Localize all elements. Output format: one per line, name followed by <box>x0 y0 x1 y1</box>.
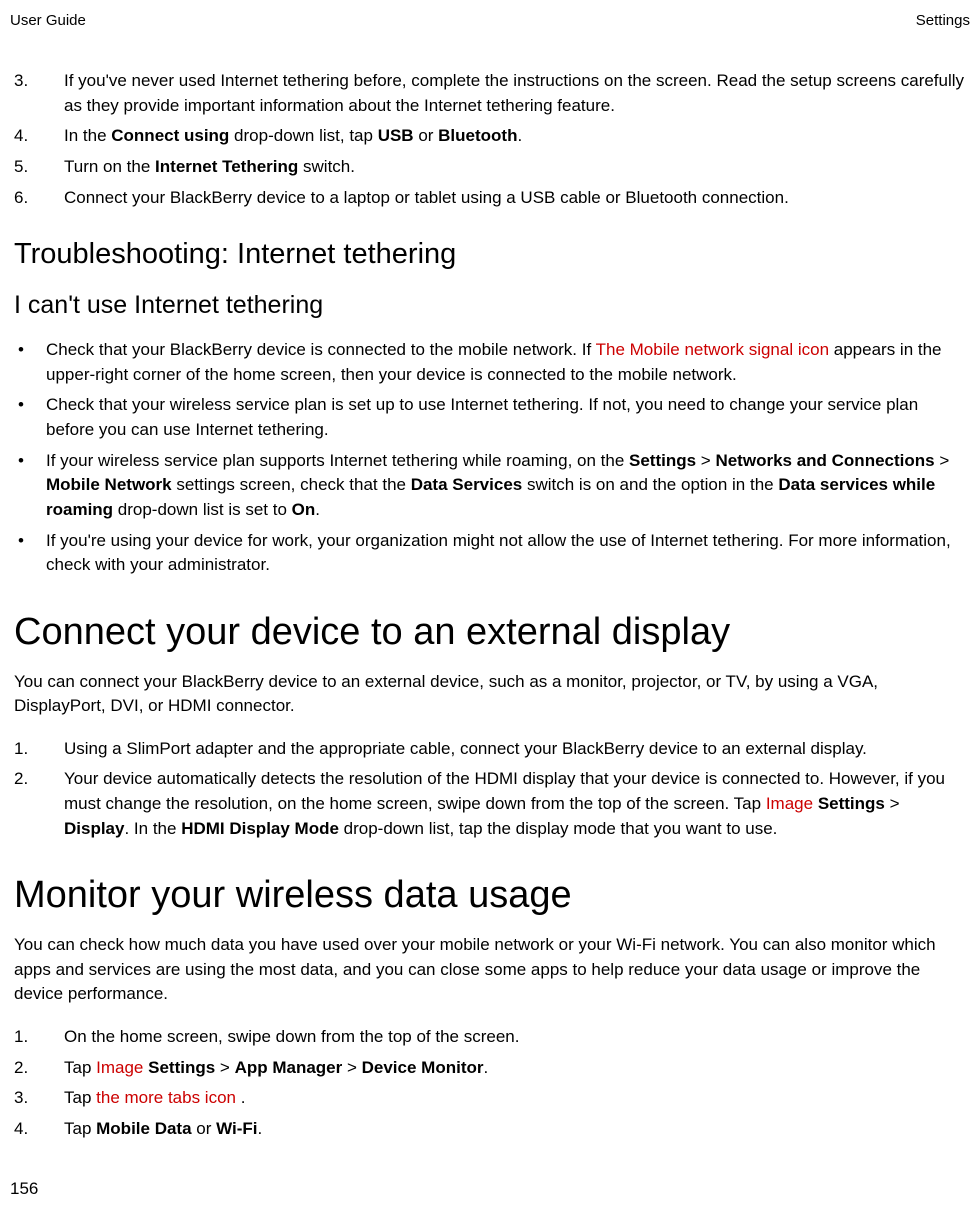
page-number: 156 <box>10 1179 38 1199</box>
bullet-icon: • <box>14 529 46 578</box>
step-text: Using a SlimPort adapter and the appropr… <box>64 737 966 762</box>
step-text: Tap Mobile Data or Wi-Fi. <box>64 1117 966 1142</box>
step-text: On the home screen, swipe down from the … <box>64 1025 966 1050</box>
list-item: • If you're using your device for work, … <box>14 529 966 578</box>
step-number: 3. <box>14 69 64 118</box>
step-number: 1. <box>14 1025 64 1050</box>
step-number: 2. <box>14 1056 64 1081</box>
step-number: 2. <box>14 767 64 841</box>
external-display-steps: 1. Using a SlimPort adapter and the appr… <box>14 737 966 842</box>
monitor-usage-intro: You can check how much data you have use… <box>14 933 966 1007</box>
list-item: 3. Tap the more tabs icon . <box>14 1086 966 1111</box>
page-content: 3. If you've never used Internet tetheri… <box>10 69 970 1141</box>
page-header: User Guide Settings <box>10 12 970 29</box>
image-icon-ref: Image <box>766 794 813 813</box>
step-text: Your device automatically detects the re… <box>64 767 966 841</box>
list-item: 3. If you've never used Internet tetheri… <box>14 69 966 118</box>
step-number: 5. <box>14 155 64 180</box>
external-display-title: Connect your device to an external displ… <box>14 610 966 656</box>
bullet-text: If your wireless service plan supports I… <box>46 449 966 523</box>
list-item: • Check that your wireless service plan … <box>14 393 966 442</box>
list-item: 6. Connect your BlackBerry device to a l… <box>14 186 966 211</box>
bullet-icon: • <box>14 449 46 523</box>
step-number: 6. <box>14 186 64 211</box>
step-text: In the Connect using drop-down list, tap… <box>64 124 966 149</box>
step-number: 4. <box>14 124 64 149</box>
step-text: Tap Image Settings > App Manager > Devic… <box>64 1056 966 1081</box>
step-text: Tap the more tabs icon . <box>64 1086 966 1111</box>
header-right: Settings <box>916 12 970 29</box>
troubleshooting-bullets: • Check that your BlackBerry device is c… <box>14 338 966 578</box>
step-text: Turn on the Internet Tethering switch. <box>64 155 966 180</box>
step-text: If you've never used Internet tethering … <box>64 69 966 118</box>
bullet-text: Check that your BlackBerry device is con… <box>46 338 966 387</box>
external-display-intro: You can connect your BlackBerry device t… <box>14 670 966 719</box>
list-item: 5. Turn on the Internet Tethering switch… <box>14 155 966 180</box>
bullet-icon: • <box>14 338 46 387</box>
list-item: 2. Your device automatically detects the… <box>14 767 966 841</box>
signal-icon-ref: The Mobile network signal icon <box>596 340 829 359</box>
monitor-usage-title: Monitor your wireless data usage <box>14 873 966 919</box>
steps-list-a: 3. If you've never used Internet tetheri… <box>14 69 966 210</box>
step-number: 1. <box>14 737 64 762</box>
monitor-usage-steps: 1. On the home screen, swipe down from t… <box>14 1025 966 1142</box>
bullet-text: Check that your wireless service plan is… <box>46 393 966 442</box>
image-icon-ref: Image <box>96 1058 143 1077</box>
header-left: User Guide <box>10 12 86 29</box>
list-item: • Check that your BlackBerry device is c… <box>14 338 966 387</box>
bullet-icon: • <box>14 393 46 442</box>
step-text: Connect your BlackBerry device to a lapt… <box>64 186 966 211</box>
list-item: 4. In the Connect using drop-down list, … <box>14 124 966 149</box>
step-number: 4. <box>14 1117 64 1142</box>
bullet-text: If you're using your device for work, yo… <box>46 529 966 578</box>
list-item: 1. On the home screen, swipe down from t… <box>14 1025 966 1050</box>
list-item: 1. Using a SlimPort adapter and the appr… <box>14 737 966 762</box>
troubleshooting-title: Troubleshooting: Internet tethering <box>14 238 966 271</box>
list-item: 4. Tap Mobile Data or Wi-Fi. <box>14 1117 966 1142</box>
troubleshooting-subtitle: I can't use Internet tethering <box>14 291 966 320</box>
more-tabs-icon-ref: the more tabs icon <box>96 1088 236 1107</box>
list-item: 2. Tap Image Settings > App Manager > De… <box>14 1056 966 1081</box>
list-item: • If your wireless service plan supports… <box>14 449 966 523</box>
step-number: 3. <box>14 1086 64 1111</box>
